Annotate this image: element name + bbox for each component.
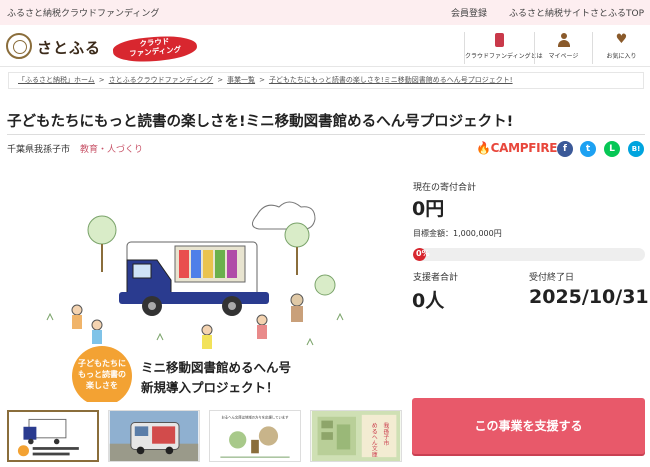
bubble-line-1: 子どもたちに: [78, 358, 126, 368]
breadcrumb-home[interactable]: 「ふるさと納税」ホーム: [18, 76, 95, 84]
hero-illustration: 子どもたちに もっと読書の 楽しさを ミニ移動図書館めるへん号 新規導入プロジェ…: [46, 201, 344, 406]
breadcrumb-projects[interactable]: 事業一覧: [227, 76, 255, 84]
twitter-share-icon[interactable]: t: [580, 141, 596, 157]
satofull-logo-icon[interactable]: [6, 33, 32, 59]
hero-headline-1: ミニ移動図書館めるへん号: [141, 360, 291, 375]
progress-percent: 0%: [416, 249, 430, 258]
flag-icon: [495, 33, 504, 47]
funding-progress-bar: 0%: [413, 248, 645, 261]
logo-text[interactable]: さとふる: [37, 37, 101, 58]
line-share-icon[interactable]: L: [604, 141, 620, 157]
thumbnail-1[interactable]: [7, 410, 99, 462]
thumbnail-image: 我孫子市 めるへん文庫: [311, 411, 401, 461]
nav-about-crowdfunding[interactable]: クラウドファンディングとは: [464, 32, 543, 64]
divider: [7, 134, 645, 135]
goal-amount: 目標金額：1,000,000円: [413, 229, 502, 238]
header-nav: クラウドファンディングとは マイページ ♥ お気に入り: [464, 32, 650, 64]
thumbnail-vertical-text-1: 我孫子市: [382, 422, 389, 447]
heart-icon: ♥: [615, 32, 628, 47]
crowdfunding-badge[interactable]: クラウド ファンディング: [112, 33, 198, 65]
project-main-image: 子どもたちに もっと読書の 楽しさを ミニ移動図書館めるへん号 新規導入プロジェ…: [7, 180, 399, 406]
supporters-value: 0人: [412, 290, 445, 312]
thumbnail-vertical-text-2: めるへん文庫: [370, 423, 377, 459]
thumbnail-image: おるへん文庫は地域の方々を応援しています: [210, 411, 300, 461]
register-link[interactable]: 会員登録: [451, 6, 487, 19]
thumbnail-image: [17, 418, 79, 457]
breadcrumb-current[interactable]: 子どもたちにもっと読書の楽しさを!ミニ移動図書館めるへん号プロジェクト!: [269, 76, 513, 84]
nav-mypage[interactable]: マイページ: [534, 32, 592, 64]
hero-headline-2: 新規導入プロジェクト！: [141, 380, 279, 395]
support-project-button[interactable]: この事業を支援する: [412, 398, 645, 454]
top-links: 会員登録 ふるさと納税サイトさとふるTOP: [451, 6, 644, 19]
thumbnail-3[interactable]: おるへん文庫は地域の方々を応援しています: [209, 410, 301, 462]
user-icon: [557, 33, 571, 47]
campfire-logo[interactable]: 🔥CAMPFIRE: [476, 141, 557, 155]
deadline-label: 受付終了日: [529, 273, 575, 283]
current-total-value: 0円: [412, 198, 445, 220]
thumbnail-strip: おるへん文庫は地域の方々を応援しています 我孫子市 めるへん文庫: [7, 410, 402, 462]
project-category[interactable]: 教育・人づくり: [80, 142, 143, 155]
hatena-bookmark-icon[interactable]: B!: [628, 141, 644, 157]
supporters-label: 支援者合計: [413, 273, 459, 283]
facebook-share-icon[interactable]: f: [557, 141, 573, 157]
thumbnail-4[interactable]: 我孫子市 めるへん文庫: [310, 410, 402, 462]
page-title: 子どもたちにもっと読書の楽しさを!ミニ移動図書館めるへん号プロジェクト!: [7, 114, 514, 130]
nav-label: マイページ: [548, 53, 579, 60]
nav-label: クラウドファンディングとは: [465, 53, 543, 60]
project-location: 千葉県我孫子市: [7, 145, 71, 155]
thumbnail-2[interactable]: [108, 410, 200, 462]
thumbnail-caption: おるへん文庫は地域の方々を応援しています: [221, 415, 289, 420]
platform-name: CAMPFIRE: [490, 141, 558, 155]
bubble-line-3: 楽しさを: [85, 380, 118, 390]
top-bar: ふるさと納税クラウドファンディング 会員登録 ふるさと納税サイトさとふるTOP: [0, 0, 650, 25]
satofull-top-link[interactable]: ふるさと納税サイトさとふるTOP: [509, 6, 644, 19]
nav-favorites[interactable]: ♥ お気に入り: [592, 32, 650, 64]
site-tagline: ふるさと納税クラウドファンディング: [7, 9, 160, 19]
bubble-line-2: もっと読書の: [78, 369, 126, 379]
nav-label: お気に入り: [606, 53, 637, 60]
deadline-value: 2025/10/31: [529, 286, 649, 308]
breadcrumb-crowdfunding[interactable]: さとふるクラウドファンディング: [109, 76, 214, 84]
thumbnail-image: [109, 411, 199, 461]
site-header: さとふる クラウド ファンディング クラウドファンディングとは マイページ ♥ …: [0, 25, 650, 67]
breadcrumb: 「ふるさと納税」ホーム > さとふるクラウドファンディング > 事業一覧 > 子どもたちにも…: [8, 72, 644, 89]
current-total-label: 現在の寄付合計: [413, 183, 477, 193]
